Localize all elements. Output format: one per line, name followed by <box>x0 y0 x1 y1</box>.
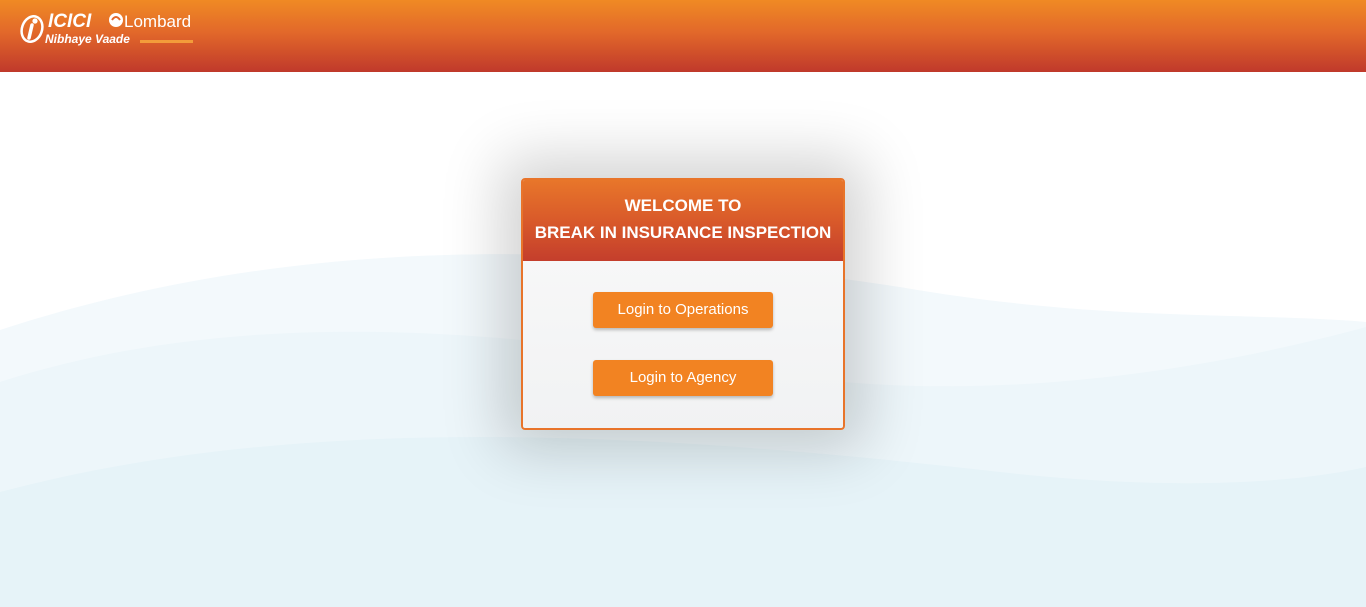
icici-i-logo-icon <box>20 15 44 43</box>
tagline-underline <box>140 40 193 43</box>
welcome-title-line2: BREAK IN INSURANCE INSPECTION <box>534 223 832 242</box>
welcome-card: WELCOME TO BREAK IN INSURANCE INSPECTION… <box>521 178 845 430</box>
lombard-swirl-icon <box>109 13 123 27</box>
login-page: ICICI Lombard Nibhaye Vaade WELCOME TO B… <box>0 0 1366 607</box>
brand-name-secondary: Lombard <box>124 12 192 31</box>
card-header: WELCOME TO BREAK IN INSURANCE INSPECTION <box>523 180 843 261</box>
login-operations-button[interactable]: Login to Operations <box>593 292 773 328</box>
brand-name-primary: ICICI <box>48 11 92 32</box>
top-header-bar: ICICI Lombard Nibhaye Vaade <box>0 0 1366 72</box>
brand-logo[interactable]: ICICI Lombard Nibhaye Vaade <box>20 10 200 50</box>
brand-tagline: Nibhaye Vaade <box>45 32 130 46</box>
welcome-title-line1: WELCOME TO <box>624 196 742 215</box>
login-agency-button[interactable]: Login to Agency <box>593 360 773 396</box>
